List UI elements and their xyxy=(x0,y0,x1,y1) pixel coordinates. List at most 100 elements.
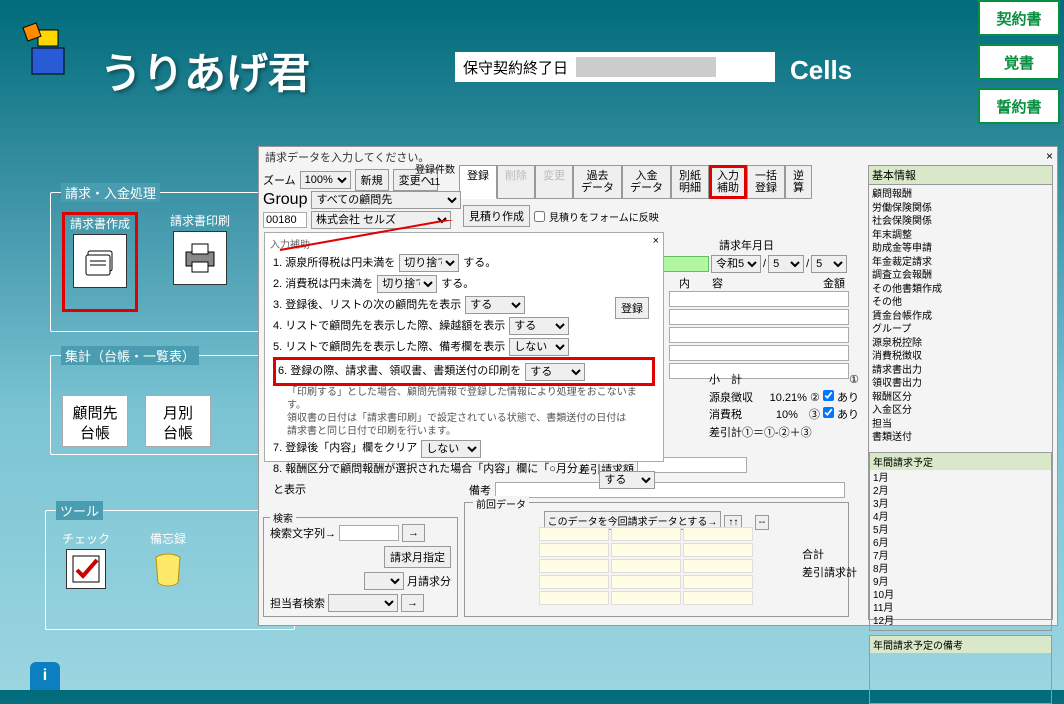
assist-register-button[interactable]: 登録 xyxy=(615,297,649,319)
estimate-create-button[interactable]: 見積り作成 xyxy=(463,205,530,227)
basic-info-panel: 基本情報 顧問報酬 労働保険関係 社会保険関係 年末調整 助成金等申請 年金裁定… xyxy=(868,165,1053,620)
assist-8-select[interactable]: する xyxy=(599,471,655,489)
new-button[interactable]: 新規 xyxy=(355,169,389,191)
annual-schedule-title: 年間請求予定 xyxy=(870,453,1051,470)
side-btn-contract[interactable]: 契約書 xyxy=(978,0,1060,36)
panel-billing-label: 請求・入金処理 xyxy=(61,183,160,202)
tab-change[interactable]: 変更 xyxy=(535,165,573,199)
tab-register[interactable]: 登録 xyxy=(459,165,497,199)
ledger-client-button[interactable]: 顧問先台帳 xyxy=(62,395,128,447)
invoice-print-button[interactable]: 請求書印刷 xyxy=(170,212,230,285)
day-select[interactable]: 5 xyxy=(811,255,847,273)
app-logo-icon xyxy=(20,20,80,80)
basic-item: 賃金台帳作成 xyxy=(872,310,1049,324)
assist-item-3: 3. 登録後、リストの次の顧問先を表示する xyxy=(273,295,655,316)
assist-1-select[interactable]: 切り捨て xyxy=(399,254,459,272)
assist-6-note: 「印刷する」とした場合、顧問先情報で登録した情報により処理をおこないます。領収書… xyxy=(287,386,655,438)
basic-item: 社会保険関係 xyxy=(872,215,1049,229)
col-amount: 金額 xyxy=(823,275,845,291)
content-row[interactable] xyxy=(669,309,849,325)
assist-6-select[interactable]: する xyxy=(525,363,585,381)
search-tantou-label: 担当者検索 xyxy=(270,595,325,611)
assist-4-select[interactable]: する xyxy=(509,317,569,335)
shouhi-check[interactable] xyxy=(823,407,834,418)
invoice-print-label: 請求書印刷 xyxy=(170,212,230,229)
assist-5-select[interactable]: しない xyxy=(509,338,569,356)
content-row[interactable] xyxy=(669,291,849,307)
client-code[interactable] xyxy=(263,212,307,228)
document-stack-icon xyxy=(73,234,127,288)
contract-end-value xyxy=(576,57,716,77)
gensen-check[interactable] xyxy=(823,390,834,401)
col-content: 内 容 xyxy=(679,275,723,291)
assist-3-select[interactable]: する xyxy=(465,296,525,314)
group-label: Group xyxy=(263,191,307,209)
basic-item: 源泉税控除 xyxy=(872,337,1049,351)
search-kw-input[interactable] xyxy=(339,525,399,541)
search-tantou-select[interactable] xyxy=(328,594,398,612)
content-row[interactable] xyxy=(669,345,849,361)
side-btn-memo[interactable]: 覚書 xyxy=(978,44,1060,80)
basic-item: 領収書出力 xyxy=(872,377,1049,391)
tab-past-data[interactable]: 過去データ xyxy=(573,165,622,199)
search-kw-label: 検索文字列→ xyxy=(270,525,336,541)
tab-batch-register[interactable]: 一括登録 xyxy=(747,165,785,199)
estimate-reflect-label: 見積りをフォームに反映 xyxy=(549,209,659,224)
basic-item: その他 xyxy=(872,296,1049,310)
prev-sums: 合計 差引請求計 xyxy=(802,547,857,582)
close-icon[interactable]: × xyxy=(1046,149,1053,163)
tab-reverse[interactable]: 逆算 xyxy=(785,165,812,199)
ledger-monthly-button[interactable]: 月別台帳 xyxy=(145,395,211,447)
annual-notes-title: 年間請求予定の備考 xyxy=(870,636,1051,653)
tab-delete[interactable]: 削除 xyxy=(497,165,535,199)
era-select[interactable]: 令和5 xyxy=(711,255,761,273)
annual-schedule-box: 年間請求予定 1月2月3月 4月5月6月 7月8月9月 10月11月12月 xyxy=(869,452,1052,631)
tab-input-assist[interactable]: 入力補助 xyxy=(709,165,747,199)
search-panel: 検索 検索文字列→ → 請求月指定 月請求分 担当者検索 → xyxy=(263,517,458,617)
month-select[interactable]: 5 xyxy=(768,255,804,273)
check-icon xyxy=(66,549,106,589)
tab-attachment[interactable]: 別紙明細 xyxy=(671,165,709,199)
basic-item: 担当 xyxy=(872,418,1049,432)
basic-item: 年末調整 xyxy=(872,229,1049,243)
assist-item-6: 6. 登録の際、請求書、領収書、書類送付の印刷をする xyxy=(273,357,655,386)
info-icon[interactable]: i xyxy=(30,662,60,690)
bill-date-label: 請求年月日 xyxy=(719,237,774,253)
basic-item: 労働保険関係 xyxy=(872,202,1049,216)
basic-item: 助成金等申請 xyxy=(872,242,1049,256)
zoom-label: ズーム xyxy=(263,172,296,188)
input-assist-close-icon[interactable]: × xyxy=(653,235,659,247)
client-select[interactable]: 株式会社 セルズ xyxy=(311,211,451,229)
search-tantou-go[interactable]: → xyxy=(401,594,424,612)
assist-item-2: 2. 消費税は円未満を切り捨てする。 xyxy=(273,274,655,295)
content-row[interactable] xyxy=(669,327,849,343)
invoice-create-button[interactable]: 請求書作成 xyxy=(62,212,138,312)
search-month-select[interactable] xyxy=(364,572,404,590)
zoom-select[interactable]: 100% xyxy=(300,171,351,189)
basic-item: 報酬区分 xyxy=(872,391,1049,405)
search-month-label: 月請求分 xyxy=(407,573,451,589)
contract-end-label: 保守契約終了日 xyxy=(463,57,568,78)
basic-item: 年金裁定請求 xyxy=(872,256,1049,270)
tool-check-button[interactable]: チェック xyxy=(62,530,110,589)
annual-notes-box: 年間請求予定の備考 xyxy=(869,635,1052,704)
group-select[interactable]: すべての顧問先 xyxy=(311,191,461,209)
sticky-note-icon xyxy=(148,549,188,589)
basic-item: 顧問報酬 xyxy=(872,188,1049,202)
previous-data-title: 前回データ xyxy=(473,496,529,511)
basic-item: 調査立会報酬 xyxy=(872,269,1049,283)
basic-info-list: 顧問報酬 労働保険関係 社会保険関係 年末調整 助成金等申請 年金裁定請求 調査… xyxy=(869,185,1052,448)
assist-7-select[interactable]: しない xyxy=(421,440,481,458)
panel-tabulation-label: 集計（台帳・一覧表） xyxy=(61,346,199,365)
tab-payment-data[interactable]: 入金データ xyxy=(622,165,671,199)
basic-info-title: 基本情報 xyxy=(869,166,1052,185)
side-btn-pledge[interactable]: 誓約書 xyxy=(978,88,1060,124)
assist-2-select[interactable]: 切り捨て xyxy=(377,275,437,293)
prev-data-grid xyxy=(539,527,753,605)
prev-dash-button[interactable]: -- xyxy=(755,515,770,530)
search-go-button[interactable]: → xyxy=(402,524,425,542)
search-month-button[interactable]: 請求月指定 xyxy=(384,546,451,568)
tool-memo-button[interactable]: 備忘録 xyxy=(148,530,188,589)
estimate-reflect-checkbox[interactable] xyxy=(534,211,545,222)
assist-item-1: 1. 源泉所得税は円未満を切り捨てする。 xyxy=(273,253,655,274)
